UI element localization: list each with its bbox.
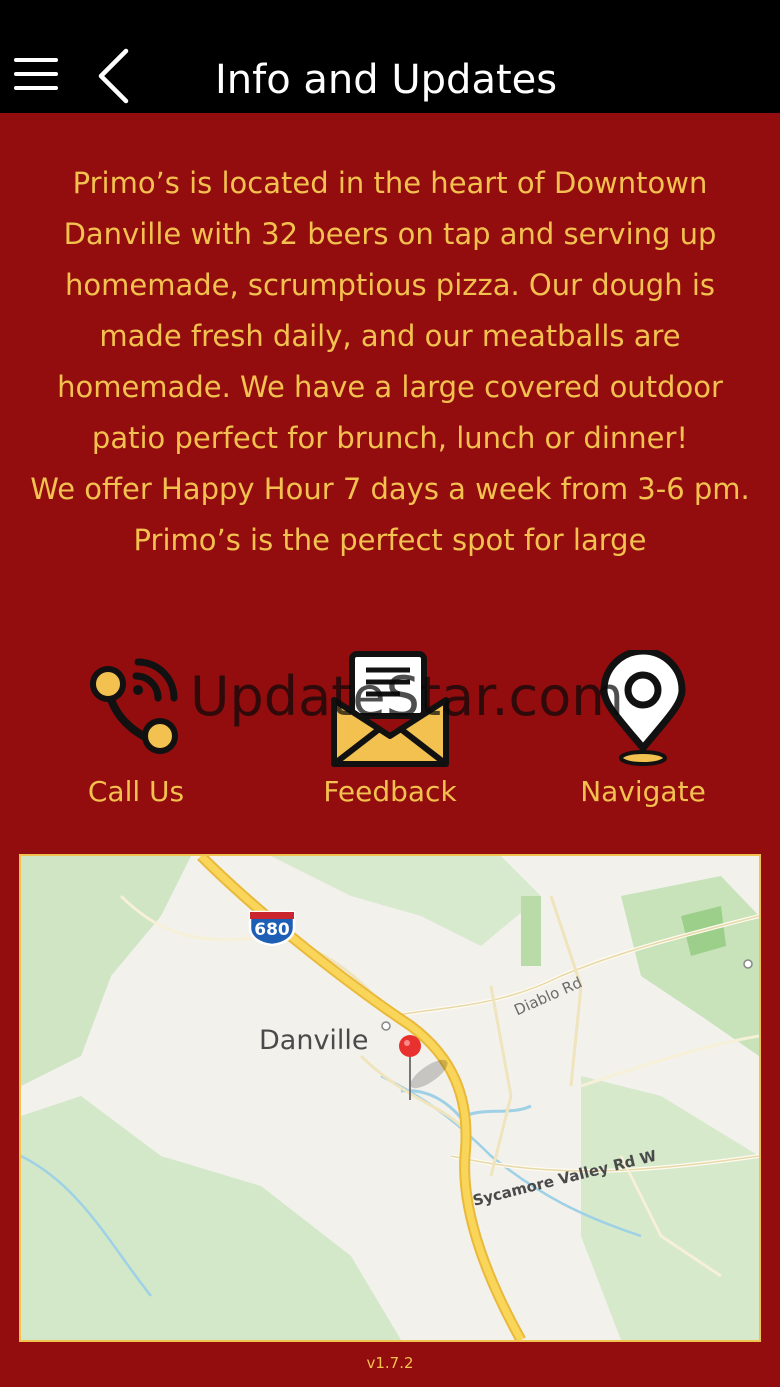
call-us-button[interactable]: Call Us [36, 650, 236, 815]
action-row: Call Us Feedback Navigate [0, 650, 780, 820]
location-pin[interactable] [398, 1034, 422, 1104]
map-canvas [21, 856, 759, 1340]
info-description: Primo’s is located in the heart of Downt… [30, 158, 750, 618]
green-area [21, 1096, 401, 1340]
app-version: v1.7.2 [366, 1354, 414, 1372]
page-title: Info and Updates [215, 57, 558, 103]
navigate-label: Navigate [580, 775, 706, 808]
menu-button[interactable] [14, 52, 60, 96]
back-button[interactable] [96, 47, 132, 105]
map-pin-icon [600, 650, 686, 766]
hamburger-icon [14, 58, 58, 62]
call-us-label: Call Us [87, 775, 185, 808]
green-area [271, 856, 541, 946]
highway-shield: 680 [247, 908, 297, 946]
feedback-button[interactable]: Feedback [290, 650, 490, 815]
envelope-icon [331, 651, 449, 767]
location-map[interactable]: 680 Danville Diablo Rd Sycamore Valley R… [19, 854, 761, 1342]
place-dot [743, 959, 753, 969]
phone-call-icon [90, 658, 178, 754]
place-dot [381, 1021, 391, 1031]
map-pin-marker-icon [399, 1035, 421, 1100]
hamburger-line [14, 86, 58, 90]
green-area [21, 856, 191, 1086]
navigate-button[interactable]: Navigate [543, 650, 743, 815]
hamburger-line [14, 72, 58, 76]
green-area [621, 876, 759, 1056]
chevron-left-icon [98, 48, 129, 104]
green-area [581, 1076, 759, 1340]
description-paragraph-2: We offer Happy Hour 7 days a week from 3… [30, 472, 750, 557]
map-city-label: Danville [259, 1025, 369, 1056]
top-bar: Info and Updates [0, 0, 780, 113]
highway-shield-number: 680 [254, 920, 290, 940]
description-paragraph-1: Primo’s is located in the heart of Downt… [57, 166, 723, 455]
feedback-label: Feedback [323, 775, 457, 808]
park-area [521, 896, 541, 966]
